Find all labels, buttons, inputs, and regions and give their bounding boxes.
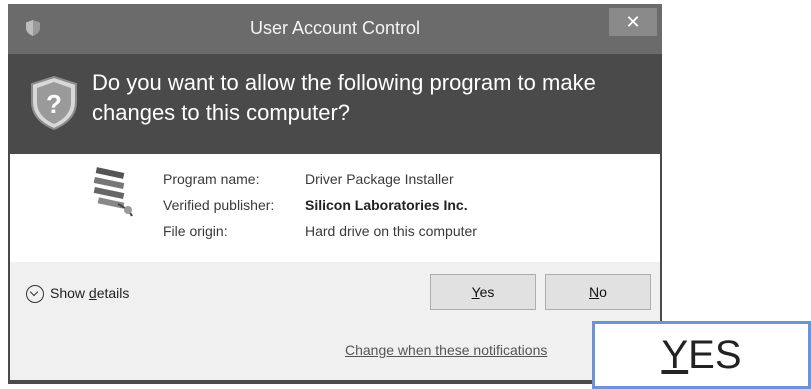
program-icon <box>93 167 133 217</box>
detail-value: Silicon Laboratories Inc. <box>305 197 468 213</box>
yes-label-rest: es <box>479 284 495 300</box>
uac-shield-icon: ? <box>31 76 77 130</box>
svg-text:?: ? <box>46 89 62 119</box>
close-button[interactable]: ✕ <box>609 8 657 36</box>
uac-dialog: User Account Control ✕ ? Do you want to … <box>8 4 662 384</box>
detail-row-program-name: Program name: Driver Package Installer <box>163 166 477 192</box>
chevron-down-icon <box>26 285 44 304</box>
yes-callout-zoom: YES <box>592 321 811 389</box>
yes-mnemonic: Y <box>471 284 480 300</box>
no-mnemonic: N <box>589 284 600 300</box>
show-details-mnemonic: d <box>88 285 97 301</box>
close-icon: ✕ <box>625 12 641 32</box>
detail-row-file-origin: File origin: Hard drive on this computer <box>163 218 477 244</box>
dialog-footer: Show details Yes No Change when these no… <box>10 262 660 380</box>
show-details-prefix: Show <box>50 285 89 301</box>
detail-label: Program name: <box>163 171 260 187</box>
callout-rest: ES <box>688 333 742 377</box>
prompt-header: ? Do you want to allow the following pro… <box>8 54 662 154</box>
details-list: Program name: Driver Package Installer Ve… <box>163 166 477 244</box>
detail-value: Driver Package Installer <box>305 171 454 187</box>
callout-mnemonic: Y <box>661 333 689 377</box>
window-title: User Account Control <box>249 18 421 38</box>
detail-label: File origin: <box>163 223 228 239</box>
title-bar[interactable]: User Account Control ✕ <box>8 4 662 54</box>
no-button[interactable]: No <box>545 274 651 310</box>
show-details-rest: etails <box>96 285 130 301</box>
detail-value: Hard drive on this computer <box>305 223 477 239</box>
show-details-label: Show details <box>50 285 129 301</box>
detail-row-publisher: Verified publisher: Silicon Laboratories … <box>163 192 477 218</box>
prompt-question: Do you want to allow the following progr… <box>92 70 596 125</box>
change-notifications-link[interactable]: Change when these notifications <box>345 342 547 358</box>
program-details-panel: Program name: Driver Package Installer Ve… <box>10 154 660 262</box>
show-details-toggle[interactable]: Show details <box>26 282 129 304</box>
yes-button[interactable]: Yes <box>430 274 536 310</box>
no-label-rest: o <box>599 284 607 300</box>
detail-label: Verified publisher: <box>163 197 275 213</box>
